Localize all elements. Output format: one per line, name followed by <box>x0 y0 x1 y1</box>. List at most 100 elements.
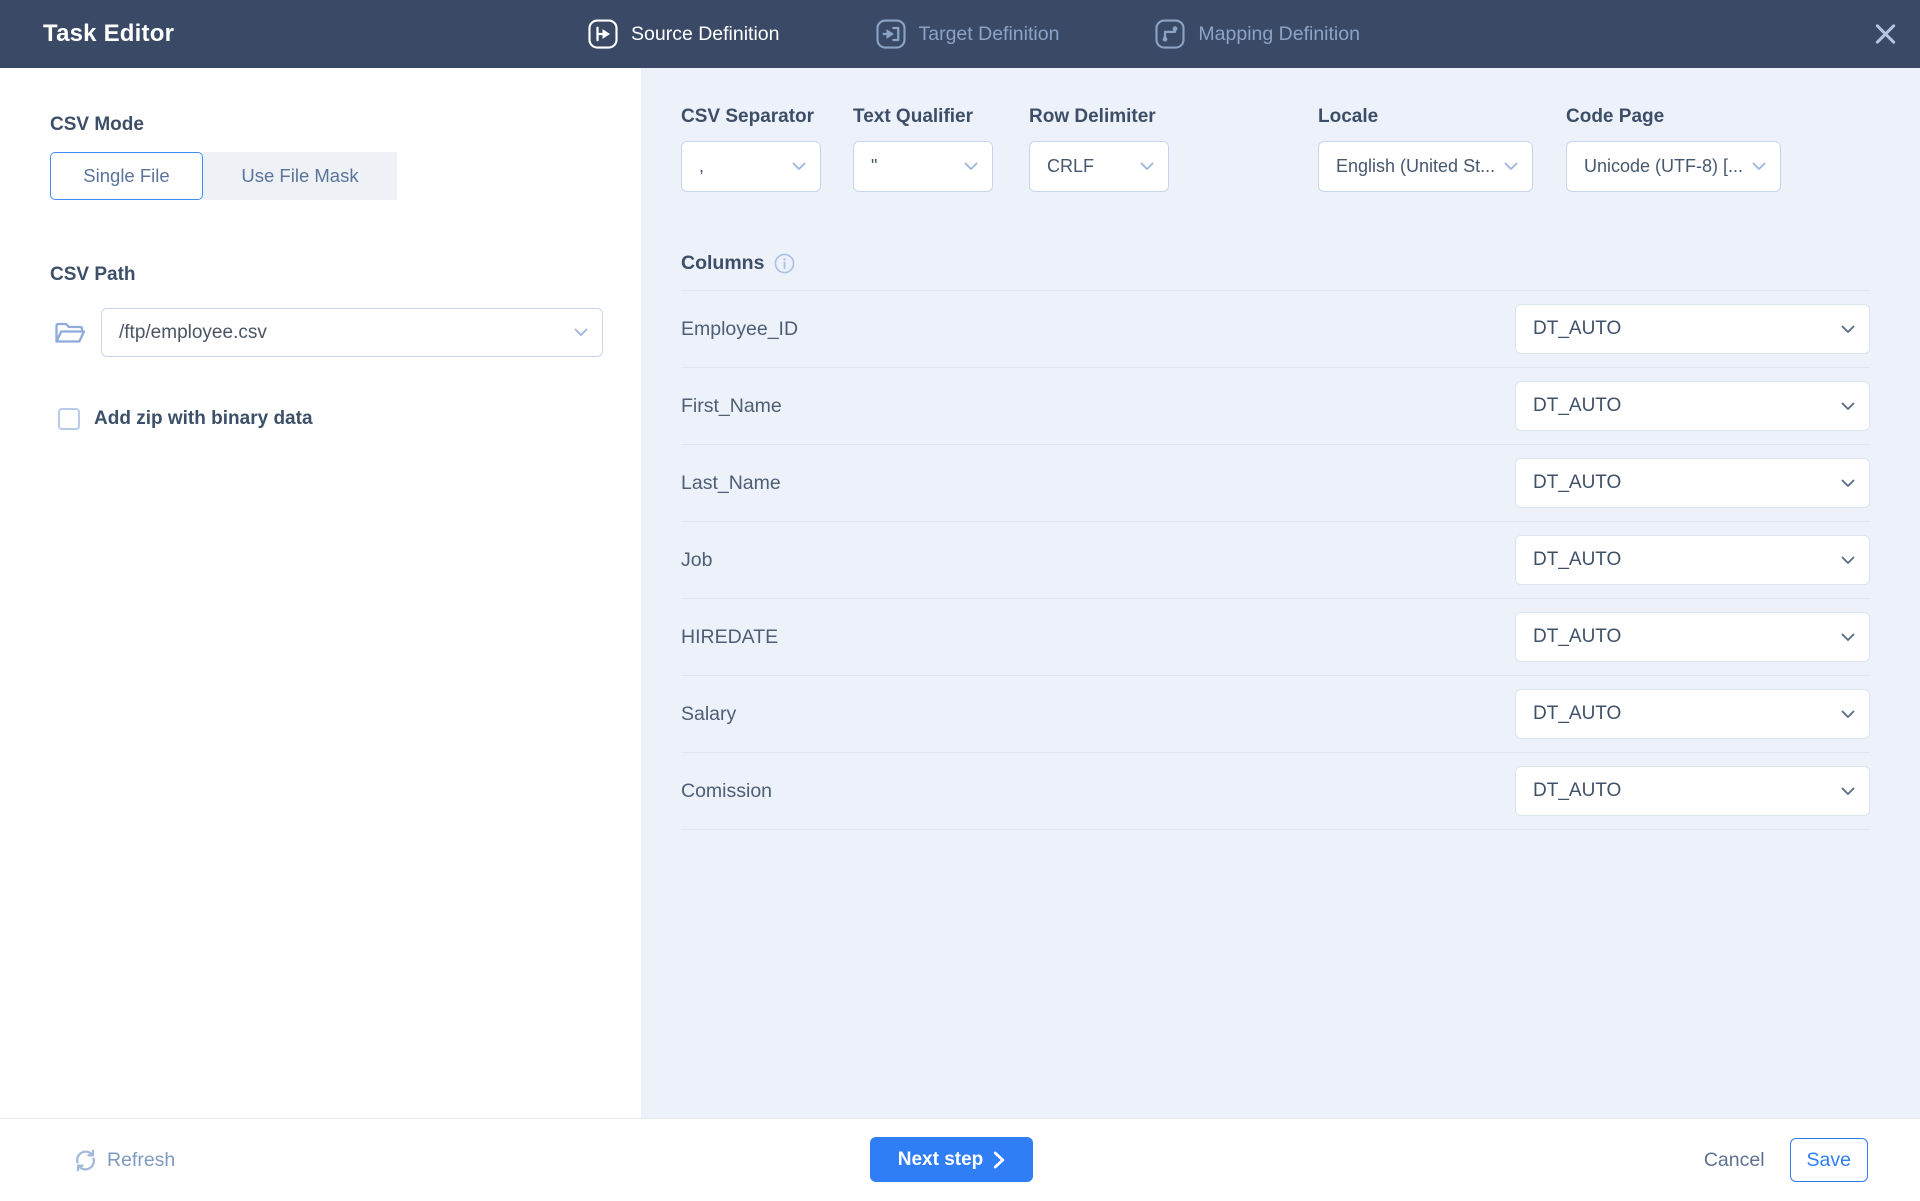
columns-section: Columns Employee_ID DT_AUTO First_Name D… <box>681 252 1870 830</box>
column-row: Last_Name DT_AUTO <box>681 445 1870 522</box>
chevron-down-icon <box>792 162 806 171</box>
column-row: First_Name DT_AUTO <box>681 368 1870 445</box>
select-value: DT_AUTO <box>1533 549 1622 570</box>
column-name: Comission <box>681 779 773 802</box>
text-qualifier-label: Text Qualifier <box>853 106 974 127</box>
mapping-definition-icon <box>1155 19 1185 49</box>
header-tabs: Source Definition Target Definition Mapp… <box>588 0 1360 68</box>
select-value: " <box>871 156 878 176</box>
select-value: DT_AUTO <box>1533 472 1622 493</box>
chevron-down-icon <box>1841 402 1855 411</box>
column-name: Salary <box>681 702 737 725</box>
chevron-down-icon <box>1841 633 1855 642</box>
job-type-select[interactable]: DT_AUTO <box>1515 535 1870 585</box>
refresh-label: Refresh <box>107 1148 176 1171</box>
settings-field: Text Qualifier " <box>853 106 993 192</box>
settings-field: Code Page Unicode (UTF-8) [... <box>1566 106 1781 192</box>
zip-checkbox-row[interactable]: Add zip with binary data <box>58 408 313 430</box>
locale-label: Locale <box>1318 106 1379 127</box>
refresh-button[interactable]: Refresh <box>72 1119 175 1201</box>
column-name: Job <box>681 548 713 571</box>
select-value: Unicode (UTF-8) [... <box>1584 156 1744 176</box>
source-definition-icon <box>588 19 618 49</box>
chevron-down-icon <box>1841 479 1855 488</box>
csv-mode-single-file-button[interactable]: Single File <box>50 152 203 200</box>
csv-path-select[interactable]: /ftp/employee.csv <box>101 308 603 357</box>
row-delimiter-select[interactable]: CRLF <box>1029 141 1169 192</box>
target-definition-icon <box>875 19 906 49</box>
csv-mode-segmented-control: Single File Use File Mask <box>50 152 397 200</box>
page-title: Task Editor <box>43 20 175 47</box>
column-row: HIREDATE DT_AUTO <box>681 599 1870 676</box>
csv-separator-label: CSV Separator <box>681 106 815 127</box>
hiredate-type-select[interactable]: DT_AUTO <box>1515 612 1870 662</box>
select-value: DT_AUTO <box>1533 703 1622 724</box>
select-value: CRLF <box>1047 156 1095 176</box>
chevron-down-icon <box>1841 710 1855 719</box>
folder-open-icon[interactable] <box>53 318 87 348</box>
employee-id-type-select[interactable]: DT_AUTO <box>1515 304 1870 354</box>
chevron-down-icon <box>1752 162 1766 171</box>
code-page-label: Code Page <box>1566 106 1665 127</box>
salary-type-select[interactable]: DT_AUTO <box>1515 689 1870 739</box>
select-value: DT_AUTO <box>1533 395 1622 416</box>
chevron-down-icon <box>574 328 588 337</box>
column-name: Employee_ID <box>681 317 799 340</box>
cancel-button[interactable]: Cancel <box>1704 1149 1765 1172</box>
last-name-type-select[interactable]: DT_AUTO <box>1515 458 1870 508</box>
column-row: Job DT_AUTO <box>681 522 1870 599</box>
select-value: , <box>699 156 705 176</box>
columns-list: Employee_ID DT_AUTO First_Name DT_AUTO L… <box>681 291 1870 830</box>
first-name-type-select[interactable]: DT_AUTO <box>1515 381 1870 431</box>
refresh-icon <box>72 1147 99 1174</box>
columns-title: Columns <box>681 252 765 274</box>
select-value: DT_AUTO <box>1533 626 1622 647</box>
save-button[interactable]: Save <box>1789 1138 1868 1182</box>
next-step-label: Next step <box>897 1148 984 1170</box>
column-row: Employee_ID DT_AUTO <box>681 291 1870 368</box>
column-row: Salary DT_AUTO <box>681 676 1870 753</box>
header: Task Editor Source Definition Target Def… <box>0 0 1920 68</box>
csv-mode-use-file-mask-button[interactable]: Use File Mask <box>203 152 397 200</box>
next-step-button[interactable]: Next step <box>870 1137 1033 1182</box>
column-row: Comission DT_AUTO <box>681 753 1870 830</box>
footer-actions: Cancel Save <box>1704 1119 1868 1201</box>
code-page-select[interactable]: Unicode (UTF-8) [... <box>1566 141 1781 192</box>
csv-path-value: /ftp/employee.csv <box>119 321 267 343</box>
close-icon[interactable] <box>1875 24 1896 45</box>
info-icon[interactable] <box>774 253 795 274</box>
settings-field: Locale English (United St... <box>1318 106 1533 192</box>
csv-settings-panel: CSV Separator , Text Qualifier " Row Del… <box>641 68 1920 1118</box>
csv-separator-select[interactable]: , <box>681 141 821 192</box>
tab-target-definition[interactable]: Target Definition <box>875 19 1059 49</box>
comission-type-select[interactable]: DT_AUTO <box>1515 766 1870 816</box>
chevron-down-icon <box>1140 162 1154 171</box>
csv-mode-label: CSV Mode <box>50 114 144 135</box>
zip-checkbox-label: Add zip with binary data <box>94 408 313 429</box>
locale-select[interactable]: English (United St... <box>1318 141 1533 192</box>
chevron-right-icon <box>993 1151 1005 1169</box>
column-name: First_Name <box>681 394 782 417</box>
settings-field: Row Delimiter CRLF <box>1029 106 1169 192</box>
tab-source-definition[interactable]: Source Definition <box>588 19 780 49</box>
zip-checkbox[interactable] <box>58 408 80 430</box>
footer: Refresh Next step Cancel Save <box>0 1118 1920 1201</box>
settings-field: CSV Separator , <box>681 106 821 192</box>
csv-source-panel: CSV Mode Single File Use File Mask CSV P… <box>0 68 641 1118</box>
csv-settings-fields: CSV Separator , Text Qualifier " Row Del… <box>681 106 1781 192</box>
chevron-down-icon <box>1504 162 1518 171</box>
tab-mapping-definition[interactable]: Mapping Definition <box>1155 19 1360 49</box>
text-qualifier-select[interactable]: " <box>853 141 993 192</box>
chevron-down-icon <box>1841 787 1855 796</box>
column-name: Last_Name <box>681 471 781 494</box>
select-value: DT_AUTO <box>1533 318 1622 339</box>
select-value: DT_AUTO <box>1533 780 1622 801</box>
column-name: HIREDATE <box>681 625 779 648</box>
csv-path-label: CSV Path <box>50 264 136 285</box>
select-value: English (United St... <box>1336 156 1496 176</box>
task-editor-dialog: Task Editor Source Definition Target Def… <box>0 0 1920 1201</box>
chevron-down-icon <box>1841 556 1855 565</box>
columns-header: Columns <box>681 252 1870 291</box>
csv-path-row: /ftp/employee.csv <box>53 308 603 357</box>
chevron-down-icon <box>964 162 978 171</box>
